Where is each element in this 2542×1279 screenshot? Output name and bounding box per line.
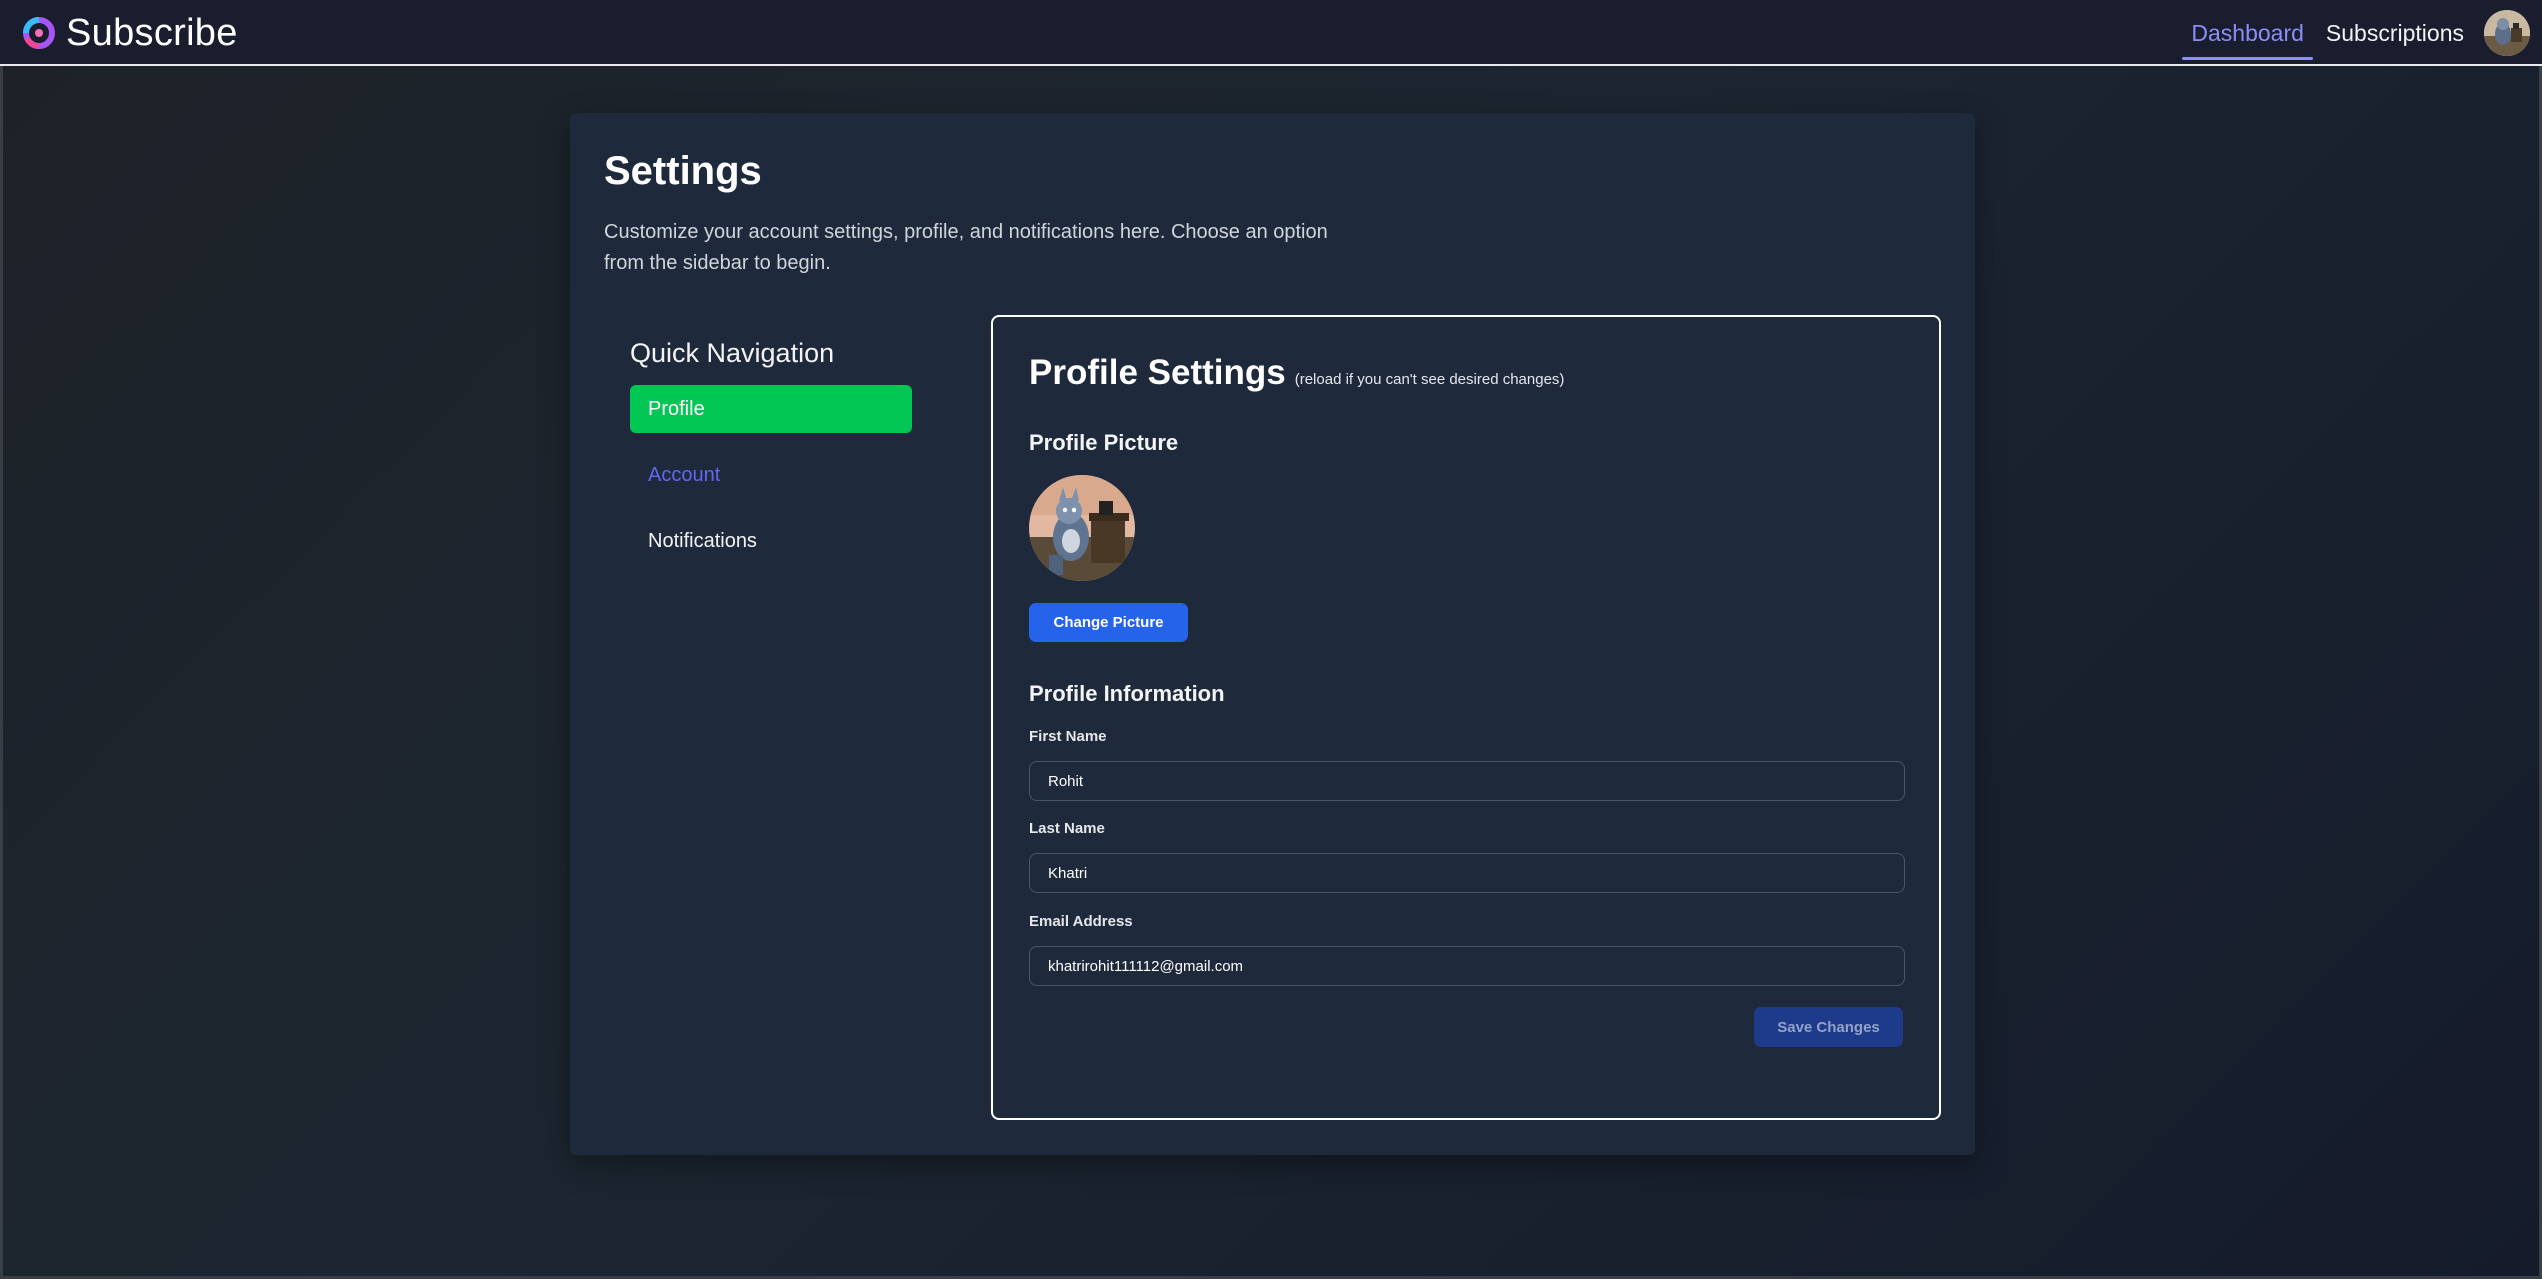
top-navbar: Subscribe Dashboard Subscriptions (0, 0, 2542, 66)
sidebar-item-profile[interactable]: Profile (630, 385, 912, 433)
sidebar-heading: Quick Navigation (630, 338, 835, 368)
first-name-label: First Name (1029, 728, 1107, 745)
profile-picture-heading: Profile Picture (1029, 430, 1179, 455)
page-description: Customize your account settings, profile… (604, 221, 1328, 274)
first-name-field[interactable] (1029, 761, 1905, 801)
save-changes-button[interactable]: Save Changes (1754, 1007, 1903, 1047)
profile-settings-card: Profile Settings (reload if you can't se… (991, 315, 1941, 1120)
nav-link-subscriptions[interactable]: Subscriptions (2326, 0, 2464, 66)
settings-panel: Settings Customize your account settings… (570, 113, 1975, 1155)
brand-name: Subscribe (66, 11, 238, 54)
window-frame-left (0, 0, 3, 1279)
nav-links: Dashboard Subscriptions (2182, 0, 2542, 66)
nav-link-dashboard[interactable]: Dashboard (2182, 0, 2313, 66)
quick-navigation-sidebar: Quick Navigation Profile Account Notific… (630, 338, 912, 583)
profile-settings-title: Profile Settings (1029, 353, 1286, 392)
subscribe-logo-icon (23, 17, 55, 49)
card-title-row: Profile Settings (reload if you can't se… (1029, 353, 1564, 393)
profile-picture-image (1029, 475, 1135, 581)
last-name-label: Last Name (1029, 820, 1105, 837)
sidebar-item-account[interactable]: Account (630, 451, 912, 499)
email-field[interactable] (1029, 946, 1905, 986)
reload-note: (reload if you can't see desired changes… (1294, 371, 1565, 388)
brand[interactable]: Subscribe (22, 12, 238, 54)
email-label: Email Address (1029, 913, 1133, 930)
avatar-image (2484, 10, 2530, 56)
page-title: Settings (604, 149, 762, 193)
profile-picture (1029, 475, 1135, 581)
user-avatar[interactable] (2484, 10, 2530, 56)
last-name-field[interactable] (1029, 853, 1905, 893)
profile-information-heading: Profile Information (1029, 681, 1225, 706)
sidebar-item-notifications[interactable]: Notifications (630, 517, 912, 565)
change-picture-button[interactable]: Change Picture (1029, 603, 1188, 642)
